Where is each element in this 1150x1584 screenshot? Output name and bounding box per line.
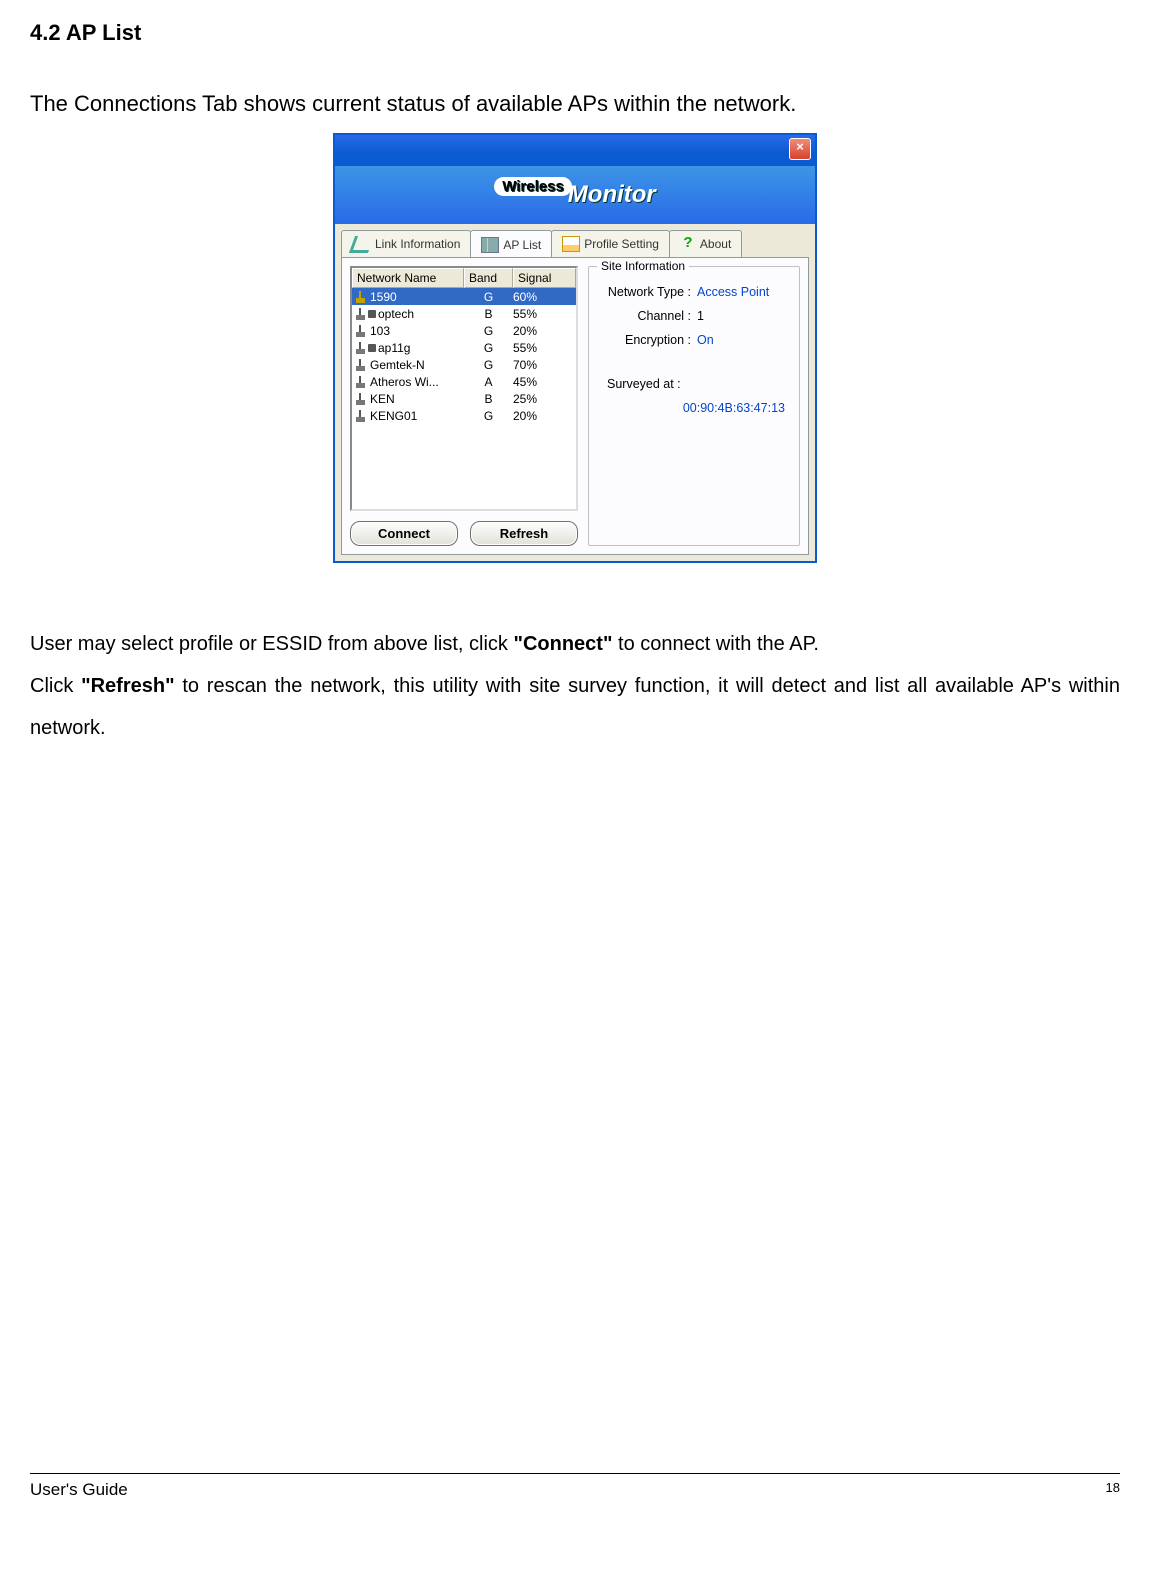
cell-signal: 45% (513, 375, 576, 389)
body-p2-a: Click (30, 675, 81, 697)
cell-network-name: 103 (352, 324, 464, 338)
antenna-icon (354, 376, 368, 388)
table-row[interactable]: 103G20% (352, 322, 576, 339)
surveyed-at-value: 00:90:4B:63:47:13 (597, 401, 791, 415)
table-row[interactable]: ap11gG55% (352, 339, 576, 356)
intro-text: The Connections Tab shows current status… (30, 91, 1120, 117)
cell-band: G (464, 290, 513, 304)
footer-guide: User's Guide (30, 1480, 128, 1500)
ap-list-icon (481, 237, 499, 253)
tab-ap-list[interactable]: AP List (470, 230, 552, 257)
help-icon: ? (680, 237, 696, 251)
cell-network-name: KENG01 (352, 409, 464, 423)
table-row[interactable]: 1590G60% (352, 288, 576, 305)
antenna-icon (354, 308, 368, 320)
cell-band: G (464, 358, 513, 372)
channel-value: 1 (695, 309, 791, 323)
cell-network-name: optech (352, 307, 464, 321)
title-bar: × (335, 135, 815, 166)
cell-band: G (464, 341, 513, 355)
lock-icon (368, 344, 376, 352)
site-information-group: Site Information Network Type : Access P… (588, 266, 800, 546)
cell-signal: 55% (513, 307, 576, 321)
ap-list-table[interactable]: Network Name Band Signal 1590G60% optech… (350, 266, 578, 511)
encryption-value: On (695, 333, 791, 347)
network-type-value: Access Point (695, 285, 791, 299)
cell-band: G (464, 409, 513, 423)
table-header: Network Name Band Signal (352, 268, 576, 288)
cell-signal: 25% (513, 392, 576, 406)
table-row[interactable]: KENB25% (352, 390, 576, 407)
tab-ap-list-label: AP List (503, 238, 541, 252)
col-band[interactable]: Band (464, 268, 513, 288)
lock-icon (368, 310, 376, 318)
profile-icon (562, 236, 580, 252)
body-p2-b: to rescan the network, this utility with… (30, 675, 1120, 739)
tab-about[interactable]: ? About (669, 230, 742, 257)
cell-band: B (464, 392, 513, 406)
tab-strip: Link Information AP List Profile Setting… (335, 224, 815, 257)
cell-signal: 60% (513, 290, 576, 304)
antenna-icon (354, 393, 368, 405)
banner-wireless-text: Wireless (494, 177, 572, 196)
tab-link-info-label: Link Information (375, 237, 460, 251)
table-row[interactable]: Atheros Wi...A45% (352, 373, 576, 390)
body-p1-a: User may select profile or ESSID from ab… (30, 633, 513, 655)
tab-about-label: About (700, 237, 731, 251)
body-p1-b: to connect with the AP. (612, 633, 818, 655)
tab-profile-label: Profile Setting (584, 237, 659, 251)
close-icon[interactable]: × (789, 138, 811, 160)
surveyed-at-label: Surveyed at : (597, 377, 791, 391)
antenna-icon (354, 342, 368, 354)
ap-list-panel: Network Name Band Signal 1590G60% optech… (341, 257, 809, 555)
banner-monitor-text: Monitor (568, 181, 656, 209)
refresh-keyword: "Refresh" (81, 675, 174, 697)
antenna-icon (354, 325, 368, 337)
section-title: 4.2 AP List (30, 20, 1120, 46)
cell-band: B (464, 307, 513, 321)
table-row[interactable]: KENG01G20% (352, 407, 576, 424)
cell-network-name: 1590 (352, 290, 464, 304)
cell-network-name: Atheros Wi... (352, 375, 464, 389)
table-row[interactable]: Gemtek-NG70% (352, 356, 576, 373)
page-footer: User's Guide 18 (30, 1473, 1120, 1500)
body-copy: User may select profile or ESSID from ab… (30, 623, 1120, 749)
app-banner: Wireless Monitor (335, 166, 815, 224)
col-signal[interactable]: Signal (513, 268, 576, 288)
site-info-legend: Site Information (597, 259, 689, 273)
antenna-icon (354, 410, 368, 422)
encryption-label: Encryption : (597, 333, 695, 347)
table-row[interactable]: optechB55% (352, 305, 576, 322)
signal-icon (349, 236, 374, 253)
refresh-button[interactable]: Refresh (470, 521, 578, 546)
wireless-monitor-window: × Wireless Monitor Link Information AP L… (333, 133, 817, 563)
cell-band: A (464, 375, 513, 389)
cell-signal: 20% (513, 324, 576, 338)
cell-signal: 70% (513, 358, 576, 372)
cell-network-name: ap11g (352, 341, 464, 355)
tab-link-information[interactable]: Link Information (341, 230, 471, 257)
tab-profile-setting[interactable]: Profile Setting (551, 230, 670, 257)
connect-button[interactable]: Connect (350, 521, 458, 546)
cell-signal: 20% (513, 409, 576, 423)
page-number: 18 (1106, 1480, 1120, 1500)
key-icon (354, 291, 368, 303)
network-type-label: Network Type : (597, 285, 695, 299)
connect-keyword: "Connect" (513, 633, 612, 655)
col-network-name[interactable]: Network Name (352, 268, 464, 288)
antenna-icon (354, 359, 368, 371)
cell-signal: 55% (513, 341, 576, 355)
cell-network-name: Gemtek-N (352, 358, 464, 372)
cell-network-name: KEN (352, 392, 464, 406)
cell-band: G (464, 324, 513, 338)
channel-label: Channel : (597, 309, 695, 323)
